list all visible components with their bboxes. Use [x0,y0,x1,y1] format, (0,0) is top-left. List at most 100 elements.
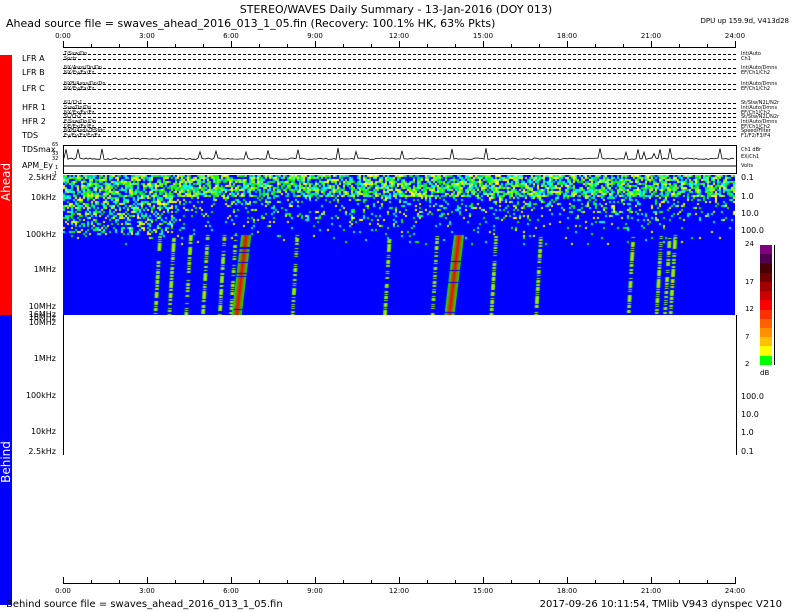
axis-tick [259,580,260,583]
dpu-status: DPU up 159.9d, V413d28 [701,17,790,25]
behind-wavelength-tick: 1.0 [741,428,754,437]
axis-tick [231,41,232,47]
time-tick-label: 21:00 [641,32,661,40]
hk-status-line [63,73,736,74]
colorbar-segment [760,328,772,337]
colorbar-segment [760,282,772,291]
hk-status-line [63,54,736,55]
axis-tick [707,44,708,47]
hk-row-label: LFR B [22,68,45,77]
hk-status-line [63,113,736,114]
apm-label: APM_Ey [22,161,53,170]
axis-tick [343,44,344,47]
axis-tick [91,44,92,47]
colorbar-segment [760,291,772,300]
colorbar-segment [760,310,772,319]
behind-label: Behind [0,434,13,490]
axis-line [63,583,736,584]
axis-tick [259,44,260,47]
hk-setting-label: EF/Ch1/Ch2 [741,86,770,92]
apm-unit: Volts [741,163,753,169]
axis-tick [595,580,596,583]
time-tick-label: 3:00 [139,587,155,595]
axis-tick [567,41,568,47]
axis-tick [679,580,680,583]
time-tick-label: 12:00 [389,32,409,40]
axis-tick [315,41,316,47]
axis-tick [539,44,540,47]
time-tick-label: 6:00 [223,32,239,40]
axis-tick [623,580,624,583]
time-tick-label: 18:00 [557,32,577,40]
behind-spectrogram [63,315,737,455]
axis-tick [455,44,456,47]
behind-freq-tick: 10MHz [0,318,56,327]
time-tick-label: 6:00 [223,587,239,595]
ahead-source-file: Ahead source file = swaves_ahead_2016_01… [6,17,495,30]
tdsmax-trace [64,146,736,173]
colorbar-tick: 17 [745,278,754,286]
ahead-spectrogram [63,175,735,315]
colorbar-tick: 2 [745,360,749,368]
axis-tick [735,41,736,47]
axis-tick [511,44,512,47]
time-tick-label: 18:00 [557,587,577,595]
hk-status-line [63,108,736,109]
hk-status-line [63,103,736,104]
ahead-wavelength-tick: 10.0 [741,209,759,218]
axis-tick [399,41,400,47]
hk-status-line [63,136,736,137]
behind-wavelength-tick: 10.0 [741,410,759,419]
tds-unit: Ch1 dBr [741,147,761,153]
hk-row-label: HFR 1 [22,103,46,112]
hk-row-label: TDS [22,131,38,140]
time-tick-label: 3:00 [139,32,155,40]
axis-tick [343,580,344,583]
axis-tick [371,44,372,47]
hk-status-line [63,117,736,118]
axis-tick [735,577,736,583]
generated-info: 2017-09-26 10:11:54, TMlib V943 dynspec … [540,599,782,610]
tds-tick: 65 [52,142,58,148]
axis-tick [287,580,288,583]
colorbar-segment [760,263,772,272]
colorbar-segment [760,356,772,365]
axis-tick [399,577,400,583]
behind-freq-tick: 2.5kHz [0,447,56,456]
colorbar-segment [760,337,772,346]
time-tick-label: 15:00 [473,587,493,595]
axis-tick [455,580,456,583]
axis-tick [483,577,484,583]
colorbar-tick: 7 [745,333,749,341]
axis-tick [427,580,428,583]
axis-tick [427,44,428,47]
axis-tick [679,44,680,47]
axis-tick [63,41,64,47]
tds-unit: EX/Ch1 [741,154,759,160]
ahead-freq-tick: 1MHz [0,265,56,274]
time-tick-label: 0:00 [55,32,71,40]
colorbar-unit: dB [760,369,769,377]
tdsmax-apm-box [63,145,737,174]
colorbar-segment [760,245,772,254]
behind-source-file: Behind source file = swaves_ahead_2016_0… [6,599,283,610]
axis-tick [623,44,624,47]
hk-status-line [63,122,736,123]
ahead-freq-tick: 100kHz [0,230,56,239]
axis-tick [147,577,148,583]
time-tick-label: 15:00 [473,32,493,40]
hk-setting-label: F1/F2/F3/F4 [741,133,770,139]
axis-tick [119,580,120,583]
axis-tick [119,44,120,47]
colorbar-axis [774,245,775,365]
plot-title: STEREO/WAVES Daily Summary - 13-Jan-2016… [0,3,792,16]
hk-row-label: HFR 2 [22,117,46,126]
axis-tick [203,580,204,583]
axis-tick [63,577,64,583]
axis-tick [651,41,652,47]
time-tick-label: 24:00 [725,587,745,595]
axis-tick [567,577,568,583]
colorbar [760,245,772,365]
hk-row-label: LFR A [22,54,45,63]
axis-tick [539,580,540,583]
